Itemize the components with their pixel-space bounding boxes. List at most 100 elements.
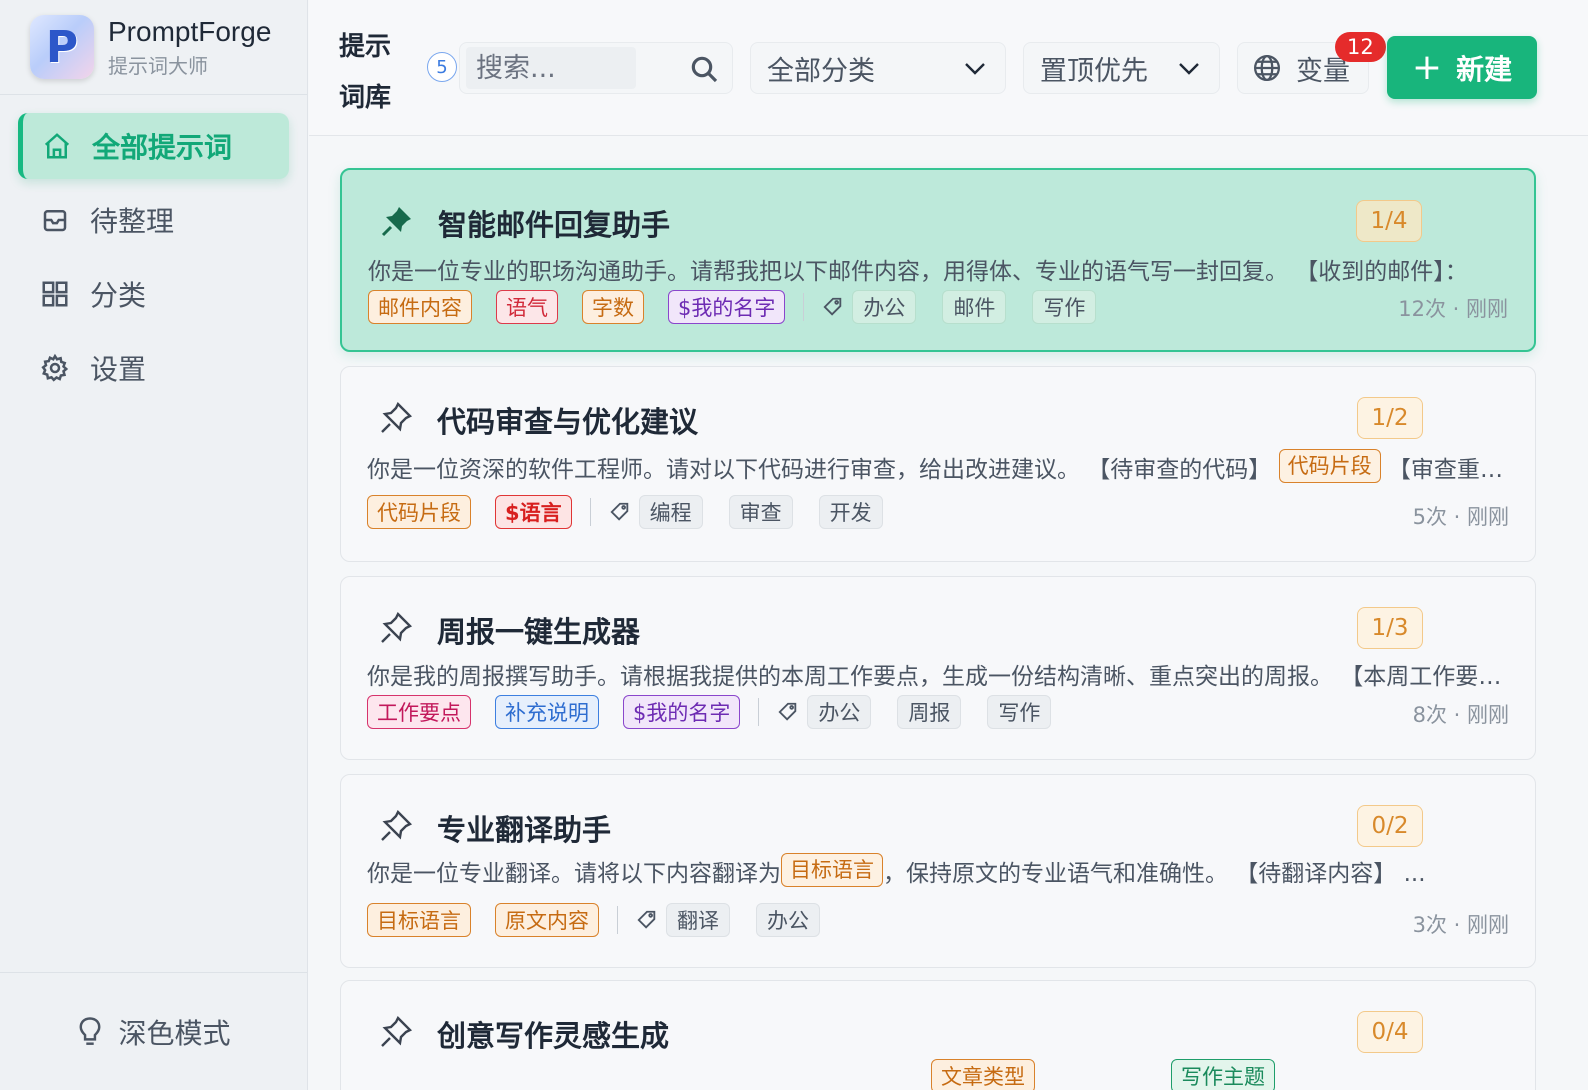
- variable-tag[interactable]: 目标语言: [367, 903, 471, 937]
- chevron-down-icon: [1179, 63, 1199, 75]
- new-prompt-button[interactable]: + 新建: [1387, 36, 1537, 99]
- inbox-icon: [43, 210, 67, 232]
- divider: [617, 906, 618, 934]
- sidebar: P PromptForge 提示词大师 全部提示词 待整理 分类 设置 深色模式: [0, 0, 308, 1090]
- usage-meta: 5次 · 刚刚: [1412, 505, 1509, 529]
- variable-tag[interactable]: 代码片段: [367, 495, 471, 529]
- dark-mode-label: 深色模式: [118, 1016, 231, 1050]
- topic-tag[interactable]: 编程: [638, 495, 703, 529]
- tags-row: 代码片段 $语言 编程 审查 开发: [367, 495, 909, 529]
- progress-badge: 0/2: [1357, 805, 1423, 847]
- variable-tag[interactable]: 补充说明: [495, 695, 599, 729]
- topic-tag[interactable]: 写作: [1032, 290, 1097, 324]
- progress-badge: 0/4: [1357, 1011, 1423, 1053]
- search-icon[interactable]: [688, 53, 720, 85]
- prompt-description: 你是一位专业的职场沟通助手。请帮我把以下邮件内容，用得体、专业的语气写一封回复。…: [368, 259, 1468, 285]
- toolbar: 提示词库 5 全部分类 置顶优先 变量 12 + 新建: [309, 0, 1588, 136]
- brand[interactable]: P PromptForge 提示词大师: [0, 0, 307, 95]
- prompt-count-badge: 5: [427, 52, 457, 82]
- tag-icon: [778, 702, 797, 721]
- sidebar-item-settings[interactable]: 设置: [18, 335, 289, 401]
- usage-meta: 8次 · 刚刚: [1412, 703, 1509, 727]
- variable-tag[interactable]: 邮件内容: [368, 290, 472, 324]
- variable-tag[interactable]: 语气: [496, 290, 558, 324]
- app-subtitle: 提示词大师: [108, 53, 208, 78]
- topic-tag[interactable]: 办公: [807, 695, 872, 729]
- inline-variable-tag[interactable]: 代码片段: [1278, 449, 1381, 483]
- topic-tag[interactable]: 写作: [987, 695, 1052, 729]
- divider: [589, 498, 591, 526]
- sort-select[interactable]: 置顶优先: [1023, 42, 1220, 94]
- prompt-card[interactable]: 代码审查与优化建议 1/2 你是一位资深的软件工程师。请对以下代码进行审查，给出…: [340, 366, 1536, 562]
- topic-tag[interactable]: 办公: [852, 290, 917, 324]
- progress-badge: 1/2: [1357, 397, 1423, 439]
- pin-outline-icon[interactable]: [379, 1015, 413, 1049]
- progress-badge: 1/4: [1356, 200, 1422, 242]
- variable-tag[interactable]: $我的名字: [623, 695, 741, 729]
- variable-tag[interactable]: 字数: [582, 290, 644, 324]
- pin-outline-icon[interactable]: [379, 401, 413, 435]
- inline-variable-tag[interactable]: 写作主题: [1171, 1059, 1275, 1090]
- variables-count-badge: 12: [1335, 32, 1386, 62]
- sidebar-item-label: 设置: [90, 353, 147, 386]
- category-select[interactable]: 全部分类: [750, 42, 1006, 94]
- globe-icon: [1254, 55, 1280, 81]
- app-logo: P: [30, 15, 94, 79]
- sidebar-item-categories[interactable]: 分类: [18, 261, 289, 327]
- prompt-title: 专业翻译助手: [437, 813, 612, 847]
- sidebar-item-label: 分类: [90, 279, 147, 312]
- prompt-card[interactable]: 专业翻译助手 0/2 你是一位专业翻译。请将以下内容翻译为 目标语言 ，保持原文的专…: [340, 774, 1536, 968]
- inline-variable-tag[interactable]: 文章类型: [931, 1059, 1035, 1090]
- new-button-label: 新建: [1456, 52, 1513, 86]
- topic-tag[interactable]: 办公: [756, 903, 820, 937]
- home-icon: [44, 133, 70, 159]
- inline-variable-tag[interactable]: 目标语言: [781, 853, 883, 887]
- sort-select-value: 置顶优先: [1040, 55, 1148, 87]
- sidebar-item-all-prompts[interactable]: 全部提示词: [18, 113, 289, 179]
- category-select-value: 全部分类: [767, 55, 875, 87]
- plus-icon: +: [1411, 46, 1443, 88]
- grid-icon: [42, 281, 68, 307]
- progress-badge: 1/3: [1357, 607, 1423, 649]
- variable-tag[interactable]: $我的名字: [668, 290, 786, 324]
- sidebar-item-label: 待整理: [90, 205, 175, 238]
- pin-filled-icon[interactable]: [380, 204, 414, 238]
- gear-icon: [41, 353, 69, 382]
- prompt-title: 代码审查与优化建议: [437, 405, 699, 439]
- divider: [758, 698, 760, 726]
- prompt-description: 你是一位专业翻译。请将以下内容翻译为 目标语言 ，保持原文的专业语气和准确性。 【待…: [367, 853, 1512, 888]
- chevron-down-icon: [965, 63, 985, 75]
- pin-outline-icon[interactable]: [379, 611, 413, 645]
- topic-tag[interactable]: 开发: [818, 495, 883, 529]
- sidebar-item-inbox[interactable]: 待整理: [18, 187, 289, 253]
- search-box: [459, 42, 733, 94]
- lightbulb-icon: [80, 1016, 101, 1045]
- dark-mode-toggle[interactable]: 深色模式: [0, 972, 307, 1090]
- prompt-card[interactable]: 周报一键生成器 1/3 你是我的周报撰写助手。请根据我提供的本周工作要点，生成一…: [340, 576, 1536, 760]
- search-input[interactable]: [466, 47, 636, 89]
- prompt-title: 创意写作灵感生成: [437, 1019, 670, 1053]
- page-title: 提示词库: [339, 32, 392, 113]
- topic-tag[interactable]: 邮件: [942, 290, 1007, 324]
- tags-row: 工作要点 补充说明 $我的名字 办公 周报 写作: [367, 695, 1077, 729]
- prompt-title: 智能邮件回复助手: [438, 208, 671, 242]
- variable-tag[interactable]: $语言: [495, 495, 572, 529]
- sidebar-item-label: 全部提示词: [92, 131, 233, 164]
- tags-row: 目标语言 原文内容 翻译 办公: [367, 903, 846, 937]
- topic-tag[interactable]: 翻译: [666, 903, 730, 937]
- divider: [803, 293, 805, 321]
- prompt-card[interactable]: 创意写作灵感生成 0/4 文章类型 写作主题: [340, 980, 1536, 1090]
- variable-tag[interactable]: 原文内容: [495, 903, 599, 937]
- usage-meta: 3次 · 刚刚: [1412, 913, 1509, 937]
- tag-icon: [823, 297, 842, 316]
- topic-tag[interactable]: 审查: [728, 495, 793, 529]
- pin-outline-icon[interactable]: [379, 809, 413, 843]
- variable-tag[interactable]: 工作要点: [367, 695, 471, 729]
- sidebar-nav: 全部提示词 待整理 分类 设置: [0, 95, 307, 411]
- tag-icon: [637, 910, 656, 929]
- prompt-card[interactable]: 智能邮件回复助手 1/4 你是一位专业的职场沟通助手。请帮我把以下邮件内容，用得…: [340, 168, 1536, 352]
- prompt-description: 你是一位资深的软件工程师。请对以下代码进行审查，给出改进建议。 【待审查的代码】…: [367, 449, 1512, 484]
- tags-row: 邮件内容 语气 字数 $我的名字 办公 邮件 写作: [368, 290, 1122, 324]
- topic-tag[interactable]: 周报: [897, 695, 962, 729]
- tag-icon: [610, 502, 628, 521]
